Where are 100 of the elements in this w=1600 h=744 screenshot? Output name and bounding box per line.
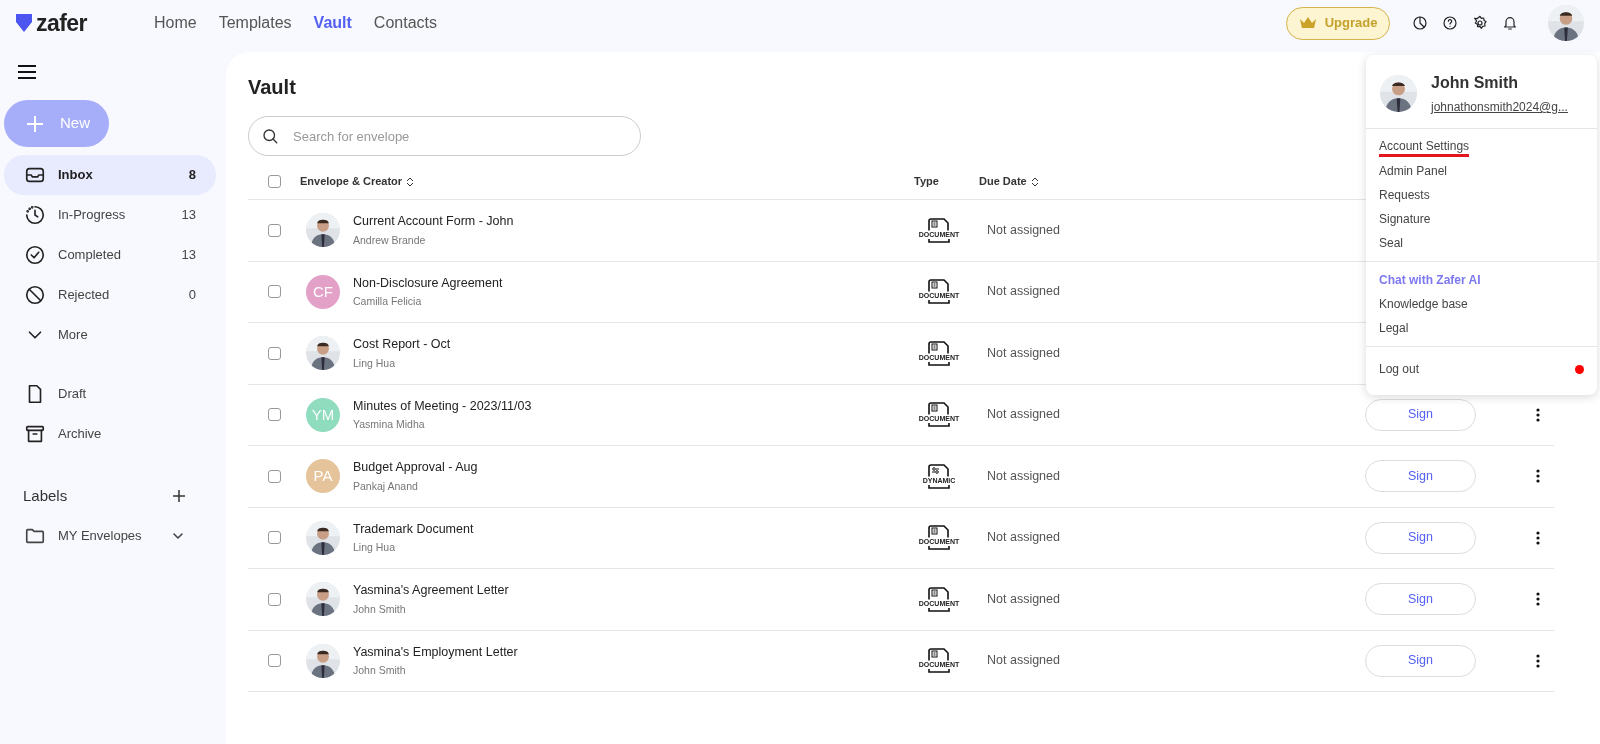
column-header[interactable]: Due Date	[979, 173, 1027, 190]
envelope-title[interactable]: Minutes of Meeting - 2023/11/03	[353, 396, 915, 416]
tray-icon	[928, 423, 950, 428]
envelope-title[interactable]: Trademark Document	[353, 519, 915, 539]
creator-name: Yasmina Midha	[353, 417, 426, 433]
add-icon[interactable]	[172, 489, 186, 503]
row-checkbox[interactable]	[268, 592, 281, 606]
creator-name: Andrew Brande	[353, 232, 427, 248]
creator-name: John Smith	[353, 601, 407, 617]
due-date: Not assigned	[986, 529, 1061, 547]
count-label: 13	[181, 246, 196, 265]
sort-icon[interactable]	[1030, 176, 1039, 187]
label-folder[interactable]: MY Envelopes	[4, 516, 216, 556]
sidebar-item[interactable]: More	[4, 315, 216, 355]
document-icon	[928, 648, 950, 662]
clock-icon	[24, 204, 46, 226]
due-date: Not assigned	[986, 283, 1061, 301]
sidebar-item[interactable]: Draft	[4, 374, 216, 414]
row-checkbox[interactable]	[268, 285, 281, 299]
sidebar-item[interactable]: In-Progress 13	[4, 195, 216, 235]
more-icon[interactable]	[1536, 592, 1540, 607]
menu-item[interactable]: Seal	[1366, 231, 1597, 255]
tray-icon	[928, 607, 950, 612]
more-icon[interactable]	[1536, 530, 1540, 545]
nav-link[interactable]: Templates	[218, 11, 292, 35]
envelope-title[interactable]: Current Account Form - John	[353, 212, 915, 231]
brand-name: zafer	[36, 11, 87, 35]
document-icon	[928, 402, 950, 416]
due-date: Not assigned	[986, 467, 1061, 485]
more-icon[interactable]	[1536, 653, 1540, 668]
user-name: John Smith	[1431, 73, 1520, 93]
nav-link[interactable]: Vault	[313, 11, 352, 35]
row-checkbox[interactable]	[268, 654, 281, 668]
row-checkbox[interactable]	[268, 531, 281, 545]
due-date: Not assigned	[986, 406, 1061, 424]
menu-item[interactable]: Log out	[1366, 357, 1597, 381]
ban-icon	[24, 284, 46, 306]
crown-icon	[1298, 16, 1317, 30]
select-all-checkbox[interactable]	[268, 175, 281, 188]
count-label: 0	[188, 286, 196, 305]
menu-item[interactable]: Signature	[1366, 207, 1597, 231]
more-icon[interactable]	[1536, 407, 1540, 422]
due-date: Not assigned	[986, 221, 1061, 239]
row-checkbox[interactable]	[268, 469, 281, 483]
nodes-document-icon	[928, 463, 950, 477]
sort-icon[interactable]	[406, 176, 415, 187]
row-checkbox[interactable]	[268, 346, 281, 360]
initials-avatar: YM	[306, 397, 340, 432]
bell-icon[interactable]	[1502, 15, 1518, 31]
help-icon[interactable]	[1442, 15, 1458, 31]
creator-name: Pankaj Anand	[353, 478, 419, 494]
column-header: Type	[914, 174, 940, 190]
tray-icon	[928, 238, 950, 243]
envelope-title[interactable]: Budget Approval - Aug	[353, 458, 915, 477]
sidebar-item[interactable]: Rejected 0	[4, 275, 216, 315]
check-circle-icon	[24, 244, 46, 266]
nav-link[interactable]: Contacts	[373, 11, 437, 35]
initials-avatar: CF	[306, 274, 340, 309]
due-date: Not assigned	[986, 344, 1061, 362]
more-icon[interactable]	[1536, 469, 1540, 484]
menu-item[interactable]: Admin Panel	[1366, 159, 1597, 183]
user-email[interactable]: johnathonsmith2024@g...	[1431, 98, 1568, 116]
document-icon	[928, 586, 950, 600]
pie-chart-icon[interactable]	[1412, 15, 1428, 31]
tray-icon	[928, 300, 950, 305]
settings-icon[interactable]	[1472, 15, 1488, 31]
creator-name: Ling Hua	[353, 540, 397, 556]
menu-item[interactable]: Legal	[1366, 316, 1597, 340]
envelope-title[interactable]: Cost Report - Oct	[353, 335, 915, 354]
page-title: Vault	[248, 75, 296, 100]
menu-item[interactable]: Requests	[1366, 183, 1597, 207]
sidebar-item[interactable]: Completed 13	[4, 235, 216, 275]
nav-link[interactable]: Home	[154, 11, 197, 35]
plus-icon	[26, 114, 44, 133]
creator-name: Camilla Felicia	[353, 294, 423, 310]
tray-icon	[928, 361, 950, 366]
row-checkbox[interactable]	[268, 408, 281, 422]
creator-name: John Smith	[353, 663, 407, 679]
menu-item[interactable]: Chat with Zafer AI	[1366, 268, 1597, 292]
menu-item[interactable]: Account Settings	[1366, 135, 1597, 159]
menu-item[interactable]: Knowledge base	[1366, 292, 1597, 316]
count-label: 8	[188, 166, 196, 185]
column-header[interactable]: Envelope & Creator	[300, 173, 403, 190]
count-label: 13	[181, 206, 196, 225]
envelope-title[interactable]: Yasmina's Agreement Letter	[353, 581, 915, 600]
search-field[interactable]: Search for envelope	[248, 116, 641, 156]
logo-icon	[16, 14, 32, 32]
creator-name: Ling Hua	[353, 355, 397, 371]
envelope-title[interactable]: Yasmina's Employment Letter	[353, 642, 915, 662]
envelope-title[interactable]: Non-Disclosure Agreement	[353, 273, 915, 293]
due-date: Not assigned	[986, 590, 1061, 608]
section-heading: Labels	[23, 485, 68, 506]
sidebar-item[interactable]: Archive	[4, 414, 216, 454]
row-checkbox[interactable]	[268, 223, 281, 237]
tray-icon	[928, 484, 950, 489]
menu-icon[interactable]	[17, 64, 37, 80]
document-icon	[928, 217, 950, 231]
initials-avatar: PA	[306, 459, 340, 494]
sidebar-item[interactable]: Inbox 8	[4, 155, 216, 195]
document-icon	[928, 525, 950, 539]
